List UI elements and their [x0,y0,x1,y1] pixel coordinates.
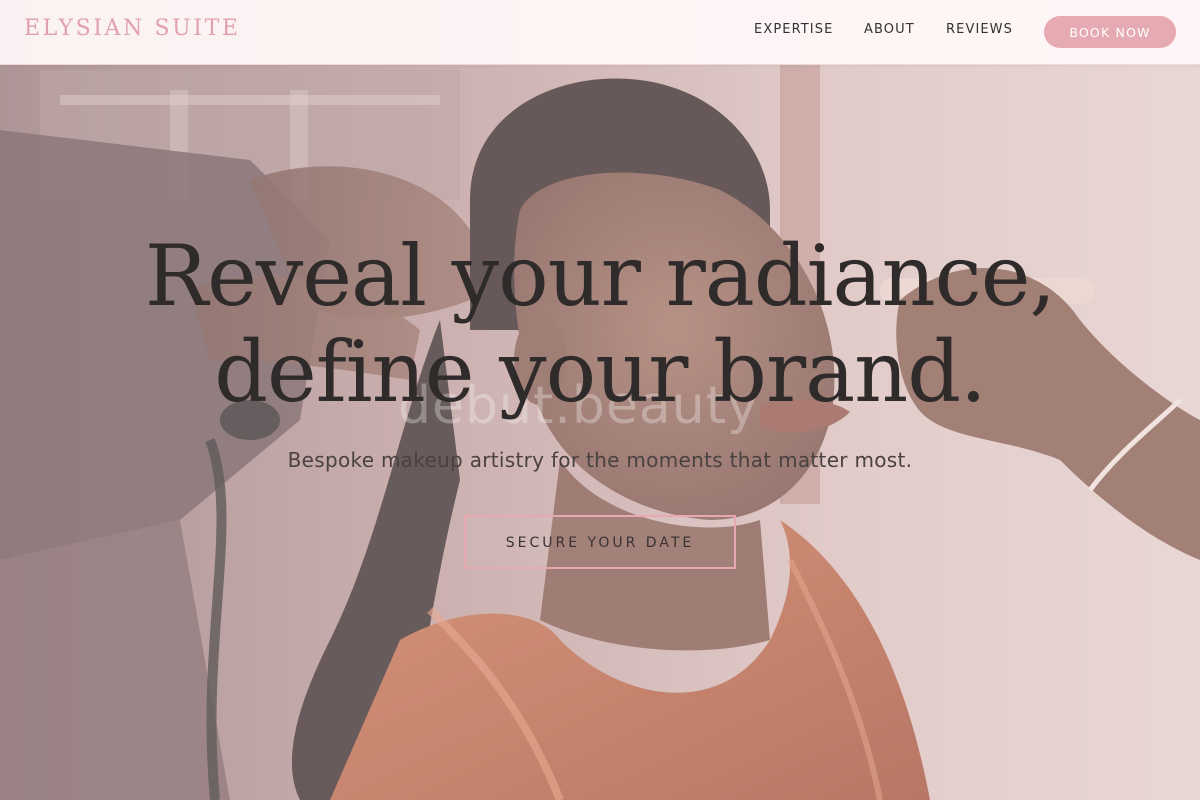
hero-subtitle: Bespoke makeup artistry for the moments … [287,448,913,472]
nav-link-expertise[interactable]: EXPERTISE [754,22,833,37]
landing-page: ELYSIAN SUITE EXPERTISE ABOUT REVIEWS BO… [0,0,1200,800]
site-header: ELYSIAN SUITE EXPERTISE ABOUT REVIEWS BO… [0,0,1200,65]
secure-date-button[interactable]: SECURE YOUR DATE [464,515,736,569]
nav-link-reviews[interactable]: REVIEWS [946,22,1013,37]
book-now-button[interactable]: BOOK NOW [1044,16,1176,48]
nav-link-about[interactable]: ABOUT [864,22,915,37]
hero-title-line-1: Reveal your radiance, [144,227,1056,325]
main-nav: EXPERTISE ABOUT REVIEWS [0,22,1200,42]
hero-title: Reveal your radiance, define your brand. [100,228,1100,420]
hero-title-line-2: define your brand. [214,323,987,421]
